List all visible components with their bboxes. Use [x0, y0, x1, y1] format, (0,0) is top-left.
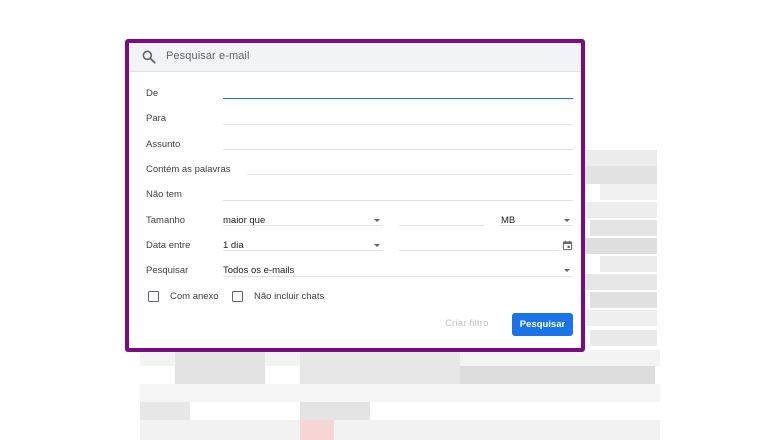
chevron-down-icon [564, 219, 570, 222]
size-operator-underline [223, 225, 383, 226]
date-input[interactable] [399, 250, 559, 251]
date-within-label: Data entre [146, 240, 191, 251]
exclude-chats-checkbox[interactable] [232, 291, 243, 302]
doesnt-have-input[interactable] [223, 200, 573, 201]
size-label: Tamanho [146, 215, 186, 226]
has-attachment-checkbox[interactable] [148, 291, 159, 302]
create-filter-button[interactable]: Criar filtro [445, 318, 489, 329]
has-attachment-label[interactable]: Com anexo [170, 291, 219, 302]
search-in-value: Todos os e-mails [223, 265, 295, 276]
to-label: Para [146, 113, 167, 124]
search-placeholder[interactable]: Pesquisar e-mail [166, 50, 250, 62]
from-label: De [146, 88, 159, 99]
has-words-input[interactable] [247, 174, 573, 175]
date-within-underline [223, 250, 383, 251]
search-button[interactable]: Pesquisar [512, 313, 573, 336]
search-in-underline [223, 276, 573, 277]
search-in-label: Pesquisar [146, 265, 189, 276]
subject-label: Assunto [146, 139, 181, 150]
to-input[interactable] [223, 124, 573, 125]
chevron-down-icon [374, 219, 380, 222]
chevron-down-icon [564, 269, 570, 272]
search-bar[interactable]: Pesquisar e-mail [129, 43, 581, 72]
advanced-search-dialog: Pesquisar e-mail De Para Assunto Contém … [125, 39, 585, 352]
exclude-chats-label[interactable]: Não incluir chats [254, 291, 324, 302]
from-input[interactable] [223, 98, 573, 99]
size-value-input[interactable] [399, 225, 484, 226]
doesnt-have-label: Não tem [146, 189, 182, 200]
search-icon[interactable] [141, 49, 157, 65]
size-unit-underline [499, 225, 573, 226]
has-words-label: Contém as palavras [146, 164, 231, 175]
chevron-down-icon [374, 244, 380, 247]
subject-input[interactable] [223, 149, 573, 150]
calendar-icon[interactable] [562, 240, 573, 251]
